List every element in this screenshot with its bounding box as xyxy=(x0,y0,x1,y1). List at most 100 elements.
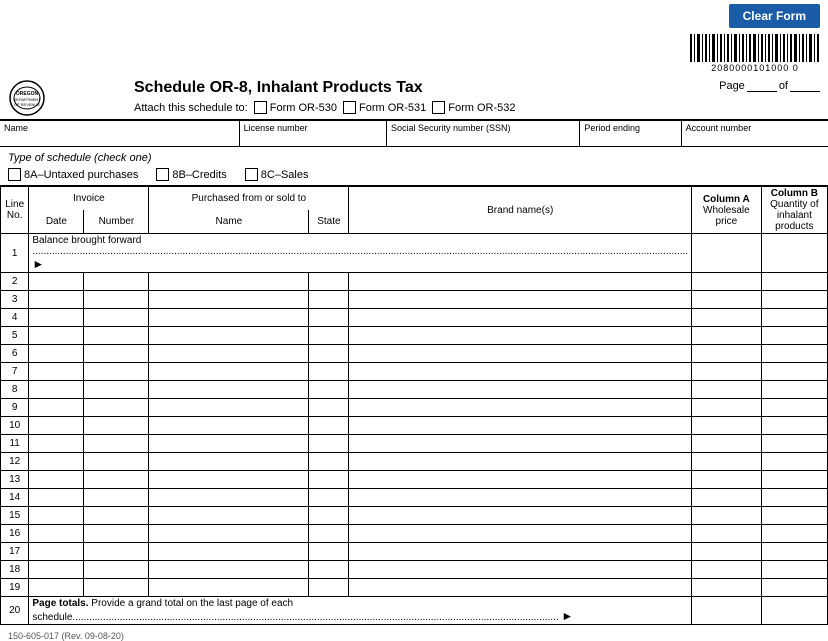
date-input[interactable] xyxy=(32,330,80,341)
invoice-number-input[interactable] xyxy=(87,474,145,485)
invoice-number-input[interactable] xyxy=(87,420,145,431)
state-cell[interactable] xyxy=(309,363,349,381)
invoice-number-input[interactable] xyxy=(87,564,145,575)
quantity-input[interactable] xyxy=(765,312,824,323)
ssn-input[interactable] xyxy=(391,133,575,144)
brand-input[interactable] xyxy=(352,546,688,557)
state-cell[interactable] xyxy=(309,381,349,399)
name-cell[interactable] xyxy=(149,363,309,381)
state-input[interactable] xyxy=(312,528,345,539)
state-cell[interactable] xyxy=(309,453,349,471)
wholesale-price-input[interactable] xyxy=(695,438,758,449)
brand-input[interactable] xyxy=(352,456,688,467)
invoice-number-input[interactable] xyxy=(87,456,145,467)
date-input[interactable] xyxy=(32,528,80,539)
quantity-cell[interactable] xyxy=(761,489,827,507)
option-8c-checkbox[interactable] xyxy=(245,168,258,181)
quantity-cell[interactable] xyxy=(761,273,827,291)
invoice-number-input[interactable] xyxy=(87,402,145,413)
invoice-number-input[interactable] xyxy=(87,546,145,557)
quantity-cell[interactable] xyxy=(761,363,827,381)
quantity-cell[interactable] xyxy=(761,309,827,327)
quantity-cell[interactable] xyxy=(761,291,827,309)
date-cell[interactable] xyxy=(29,543,84,561)
state-cell[interactable] xyxy=(309,291,349,309)
brand-input[interactable] xyxy=(352,510,688,521)
wholesale-price-cell[interactable] xyxy=(692,543,762,561)
name-cell[interactable] xyxy=(149,507,309,525)
brand-cell[interactable] xyxy=(349,543,692,561)
quantity-input[interactable] xyxy=(765,564,824,575)
wholesale-price-cell[interactable] xyxy=(692,489,762,507)
date-input[interactable] xyxy=(32,276,80,287)
state-input[interactable] xyxy=(312,456,345,467)
quantity-cell[interactable] xyxy=(761,471,827,489)
name-cell[interactable] xyxy=(149,435,309,453)
invoice-number-cell[interactable] xyxy=(84,525,149,543)
date-input[interactable] xyxy=(32,384,80,395)
date-cell[interactable] xyxy=(29,363,84,381)
quantity-input[interactable] xyxy=(765,402,824,413)
invoice-number-cell[interactable] xyxy=(84,327,149,345)
name-cell[interactable] xyxy=(149,471,309,489)
date-input[interactable] xyxy=(32,294,80,305)
invoice-number-cell[interactable] xyxy=(84,561,149,579)
invoice-number-cell[interactable] xyxy=(84,489,149,507)
wholesale-price-cell[interactable] xyxy=(692,399,762,417)
state-input[interactable] xyxy=(312,474,345,485)
quantity-input[interactable] xyxy=(765,438,824,449)
state-cell[interactable] xyxy=(309,561,349,579)
wholesale-price-input[interactable] xyxy=(695,492,758,503)
state-cell[interactable] xyxy=(309,417,349,435)
name-cell[interactable] xyxy=(149,489,309,507)
wholesale-price-input[interactable] xyxy=(695,420,758,431)
invoice-number-input[interactable] xyxy=(87,510,145,521)
wholesale-price-input[interactable] xyxy=(695,366,758,377)
brand-input[interactable] xyxy=(352,276,688,287)
state-input[interactable] xyxy=(312,546,345,557)
brand-input[interactable] xyxy=(352,330,688,341)
state-cell[interactable] xyxy=(309,435,349,453)
quantity-input[interactable] xyxy=(765,474,824,485)
name-cell[interactable] xyxy=(149,525,309,543)
date-cell[interactable] xyxy=(29,309,84,327)
brand-input[interactable] xyxy=(352,366,688,377)
account-input[interactable] xyxy=(686,133,824,144)
date-input[interactable] xyxy=(32,420,80,431)
date-cell[interactable] xyxy=(29,453,84,471)
date-cell[interactable] xyxy=(29,273,84,291)
invoice-number-input[interactable] xyxy=(87,348,145,359)
invoice-number-cell[interactable] xyxy=(84,273,149,291)
quantity-cell[interactable] xyxy=(761,417,827,435)
wholesale-price-input[interactable] xyxy=(695,510,758,521)
date-cell[interactable] xyxy=(29,291,84,309)
date-input[interactable] xyxy=(32,366,80,377)
brand-cell[interactable] xyxy=(349,579,692,597)
invoice-number-cell[interactable] xyxy=(84,345,149,363)
wholesale-price-cell[interactable] xyxy=(692,435,762,453)
invoice-number-input[interactable] xyxy=(87,582,145,593)
state-cell[interactable] xyxy=(309,489,349,507)
brand-cell[interactable] xyxy=(349,381,692,399)
wholesale-price-input[interactable] xyxy=(695,348,758,359)
brand-cell[interactable] xyxy=(349,363,692,381)
state-input[interactable] xyxy=(312,348,345,359)
quantity-cell[interactable] xyxy=(761,525,827,543)
wholesale-price-input[interactable] xyxy=(695,582,758,593)
brand-cell[interactable] xyxy=(349,489,692,507)
brand-cell[interactable] xyxy=(349,507,692,525)
purchaser-name-input[interactable] xyxy=(152,546,305,557)
quantity-input[interactable] xyxy=(765,366,824,377)
name-cell[interactable] xyxy=(149,543,309,561)
brand-input[interactable] xyxy=(352,528,688,539)
name-cell[interactable] xyxy=(149,381,309,399)
date-input[interactable] xyxy=(32,456,80,467)
col-a-cell[interactable] xyxy=(692,234,762,273)
quantity-cell[interactable] xyxy=(761,345,827,363)
date-input[interactable] xyxy=(32,474,80,485)
brand-cell[interactable] xyxy=(349,435,692,453)
state-cell[interactable] xyxy=(309,345,349,363)
name-input[interactable] xyxy=(4,133,235,144)
date-cell[interactable] xyxy=(29,345,84,363)
wholesale-price-input[interactable] xyxy=(695,312,758,323)
